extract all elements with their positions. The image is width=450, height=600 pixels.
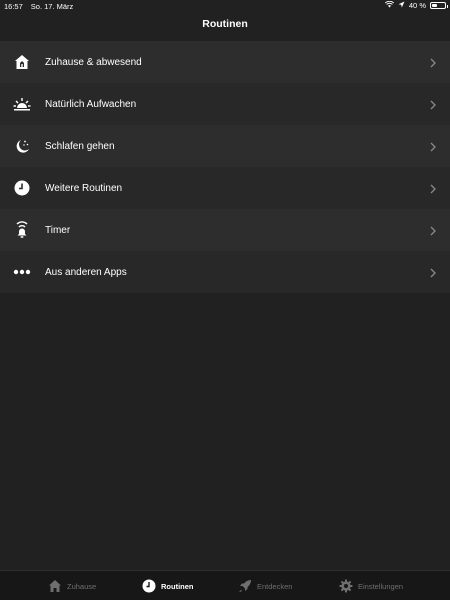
rocket-icon — [237, 579, 252, 594]
more-dots-icon — [13, 263, 31, 281]
routine-label: Timer — [45, 224, 71, 236]
tab-label: Routinen — [161, 581, 194, 591]
chevron-right-icon — [428, 98, 438, 110]
battery-fill — [432, 4, 437, 7]
routine-label: Weitere Routinen — [45, 182, 123, 194]
tab-entdecken[interactable]: Entdecken — [237, 576, 292, 596]
routine-list: Zuhause & abwesend Natürlich Aufwachen S… — [0, 41, 450, 293]
page-title: Routinen — [202, 18, 248, 30]
gear-icon — [338, 579, 353, 594]
timer-icon — [13, 221, 31, 239]
tab-routinen[interactable]: Routinen — [141, 576, 194, 596]
clock-icon — [141, 579, 156, 594]
sunrise-icon — [13, 95, 31, 113]
tab-zuhause[interactable]: Zuhause — [47, 576, 96, 596]
routine-row-sleep[interactable]: Schlafen gehen — [0, 125, 450, 167]
chevron-right-icon — [428, 224, 438, 236]
chevron-right-icon — [428, 140, 438, 152]
location-arrow-icon — [398, 1, 405, 10]
routine-label: Natürlich Aufwachen — [45, 98, 137, 110]
tab-einstellungen[interactable]: Einstellungen — [338, 576, 403, 596]
status-bar: 16:57 So. 17. März 40 % — [0, 0, 450, 12]
tab-label: Entdecken — [257, 581, 293, 591]
chevron-right-icon — [428, 266, 438, 278]
moon-stars-icon — [13, 137, 31, 155]
routine-row-other-apps[interactable]: Aus anderen Apps — [0, 251, 450, 293]
routine-label: Schlafen gehen — [45, 140, 115, 152]
routine-row-wake-up[interactable]: Natürlich Aufwachen — [0, 83, 450, 125]
battery-percent: 40 % — [408, 1, 426, 10]
tab-label: Zuhause — [67, 581, 97, 591]
chevron-right-icon — [428, 56, 438, 68]
home-icon — [13, 53, 31, 71]
battery-icon — [430, 2, 448, 9]
routine-row-other[interactable]: Weitere Routinen — [0, 167, 450, 209]
chevron-right-icon — [428, 182, 438, 194]
routine-row-home-away[interactable]: Zuhause & abwesend — [0, 41, 450, 83]
wifi-icon — [384, 0, 394, 10]
tab-bar: Zuhause Routinen Entdecken Einstellungen — [0, 570, 450, 600]
home-icon — [47, 579, 62, 594]
clock-icon — [13, 179, 31, 197]
routine-row-timer[interactable]: Timer — [0, 209, 450, 251]
status-date: So. 17. März — [30, 2, 74, 11]
status-time: 16:57 — [4, 2, 23, 11]
tab-label: Einstellungen — [358, 581, 404, 591]
routine-label: Aus anderen Apps — [45, 266, 127, 278]
routine-label: Zuhause & abwesend — [45, 56, 142, 68]
